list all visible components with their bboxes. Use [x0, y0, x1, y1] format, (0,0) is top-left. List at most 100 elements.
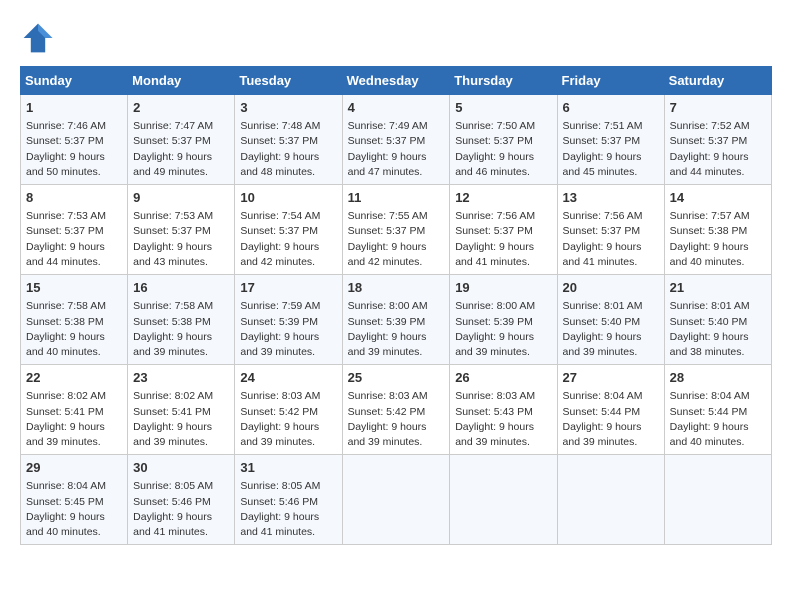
calendar-cell: 27 Sunrise: 8:04 AMSunset: 5:44 PMDayligh… — [557, 365, 664, 455]
day-number: 25 — [348, 369, 445, 387]
day-detail: Sunrise: 8:01 AMSunset: 5:40 PMDaylight:… — [563, 299, 659, 360]
calendar-cell: 14 Sunrise: 7:57 AMSunset: 5:38 PMDayligh… — [664, 185, 771, 275]
calendar-cell: 9 Sunrise: 7:53 AMSunset: 5:37 PMDaylight… — [128, 185, 235, 275]
calendar-week-row: 15 Sunrise: 7:58 AMSunset: 5:38 PMDayligh… — [21, 275, 772, 365]
calendar-cell: 21Sunrise: 8:01 AMSunset: 5:40 PMDayligh… — [664, 275, 771, 365]
day-number: 1 — [26, 99, 122, 117]
calendar-cell: 17 Sunrise: 7:59 AMSunset: 5:39 PMDayligh… — [235, 275, 342, 365]
day-number: 27 — [563, 369, 659, 387]
calendar-cell: 16 Sunrise: 7:58 AMSunset: 5:38 PMDayligh… — [128, 275, 235, 365]
day-detail: Sunrise: 7:56 AMSunset: 5:37 PMDaylight:… — [455, 209, 551, 270]
day-number: 17 — [240, 279, 336, 297]
day-number: 9 — [133, 189, 229, 207]
calendar-week-row: 22 Sunrise: 8:02 AMSunset: 5:41 PMDayligh… — [21, 365, 772, 455]
calendar-cell: 7 Sunrise: 7:52 AMSunset: 5:37 PMDaylight… — [664, 95, 771, 185]
day-detail: Sunrise: 7:57 AMSunset: 5:38 PMDaylight:… — [670, 209, 766, 270]
calendar-week-row: 1 Sunrise: 7:46 AMSunset: 5:37 PMDaylight… — [21, 95, 772, 185]
calendar-cell: 22 Sunrise: 8:02 AMSunset: 5:41 PMDayligh… — [21, 365, 128, 455]
header-monday: Monday — [128, 67, 235, 95]
day-number: 24 — [240, 369, 336, 387]
calendar-cell: 23Sunrise: 8:02 AMSunset: 5:41 PMDayligh… — [128, 365, 235, 455]
day-detail: Sunrise: 7:55 AMSunset: 5:37 PMDaylight:… — [348, 209, 445, 270]
day-number: 7 — [670, 99, 766, 117]
day-detail: Sunrise: 7:58 AMSunset: 5:38 PMDaylight:… — [26, 299, 122, 360]
calendar-cell: 6 Sunrise: 7:51 AMSunset: 5:37 PMDaylight… — [557, 95, 664, 185]
day-detail: Sunrise: 7:49 AMSunset: 5:37 PMDaylight:… — [348, 119, 445, 180]
day-detail: Sunrise: 7:51 AMSunset: 5:37 PMDaylight:… — [563, 119, 659, 180]
calendar-cell: 26Sunrise: 8:03 AMSunset: 5:43 PMDayligh… — [450, 365, 557, 455]
day-detail: Sunrise: 8:00 AMSunset: 5:39 PMDaylight:… — [455, 299, 551, 360]
calendar-cell: 29Sunrise: 8:04 AMSunset: 5:45 PMDayligh… — [21, 455, 128, 545]
day-number: 28 — [670, 369, 766, 387]
day-number: 5 — [455, 99, 551, 117]
day-number: 8 — [26, 189, 122, 207]
day-number: 19 — [455, 279, 551, 297]
day-detail: Sunrise: 8:02 AMSunset: 5:41 PMDaylight:… — [26, 389, 122, 450]
day-number: 29 — [26, 459, 122, 477]
day-detail: Sunrise: 7:56 AMSunset: 5:37 PMDaylight:… — [563, 209, 659, 270]
day-detail: Sunrise: 7:50 AMSunset: 5:37 PMDaylight:… — [455, 119, 551, 180]
header-saturday: Saturday — [664, 67, 771, 95]
day-detail: Sunrise: 8:05 AMSunset: 5:46 PMDaylight:… — [133, 479, 229, 540]
day-detail: Sunrise: 7:53 AMSunset: 5:37 PMDaylight:… — [133, 209, 229, 270]
calendar-cell: 8Sunrise: 7:53 AMSunset: 5:37 PMDaylight… — [21, 185, 128, 275]
day-number: 11 — [348, 189, 445, 207]
day-detail: Sunrise: 8:04 AMSunset: 5:44 PMDaylight:… — [670, 389, 766, 450]
day-detail: Sunrise: 7:52 AMSunset: 5:37 PMDaylight:… — [670, 119, 766, 180]
calendar-cell: 31 Sunrise: 8:05 AMSunset: 5:46 PMDayligh… — [235, 455, 342, 545]
logo-icon — [20, 20, 56, 56]
day-number: 20 — [563, 279, 659, 297]
page-header — [20, 20, 772, 56]
calendar-cell: 11 Sunrise: 7:55 AMSunset: 5:37 PMDayligh… — [342, 185, 450, 275]
day-number: 14 — [670, 189, 766, 207]
calendar-cell: 13 Sunrise: 7:56 AMSunset: 5:37 PMDayligh… — [557, 185, 664, 275]
day-number: 3 — [240, 99, 336, 117]
calendar-cell: 10 Sunrise: 7:54 AMSunset: 5:37 PMDayligh… — [235, 185, 342, 275]
day-detail: Sunrise: 7:46 AMSunset: 5:37 PMDaylight:… — [26, 119, 122, 180]
logo — [20, 20, 60, 56]
day-number: 22 — [26, 369, 122, 387]
calendar-cell: 30 Sunrise: 8:05 AMSunset: 5:46 PMDayligh… — [128, 455, 235, 545]
header-wednesday: Wednesday — [342, 67, 450, 95]
calendar-cell: 15 Sunrise: 7:58 AMSunset: 5:38 PMDayligh… — [21, 275, 128, 365]
calendar-cell: 3Sunrise: 7:48 AMSunset: 5:37 PMDaylight… — [235, 95, 342, 185]
day-number: 10 — [240, 189, 336, 207]
day-number: 31 — [240, 459, 336, 477]
day-number: 6 — [563, 99, 659, 117]
calendar-cell: 20 Sunrise: 8:01 AMSunset: 5:40 PMDayligh… — [557, 275, 664, 365]
header-tuesday: Tuesday — [235, 67, 342, 95]
calendar-cell — [342, 455, 450, 545]
calendar-cell: 12 Sunrise: 7:56 AMSunset: 5:37 PMDayligh… — [450, 185, 557, 275]
day-number: 4 — [348, 99, 445, 117]
calendar-cell: 4 Sunrise: 7:49 AMSunset: 5:37 PMDaylight… — [342, 95, 450, 185]
day-detail: Sunrise: 8:04 AMSunset: 5:44 PMDaylight:… — [563, 389, 659, 450]
day-detail: Sunrise: 7:59 AMSunset: 5:39 PMDaylight:… — [240, 299, 336, 360]
day-detail: Sunrise: 8:03 AMSunset: 5:43 PMDaylight:… — [455, 389, 551, 450]
header-friday: Friday — [557, 67, 664, 95]
day-number: 23 — [133, 369, 229, 387]
calendar-cell: 2Sunrise: 7:47 AMSunset: 5:37 PMDaylight… — [128, 95, 235, 185]
calendar-cell — [557, 455, 664, 545]
day-detail: Sunrise: 8:00 AMSunset: 5:39 PMDaylight:… — [348, 299, 445, 360]
day-number: 12 — [455, 189, 551, 207]
day-number: 16 — [133, 279, 229, 297]
header-sunday: Sunday — [21, 67, 128, 95]
calendar-cell: 24Sunrise: 8:03 AMSunset: 5:42 PMDayligh… — [235, 365, 342, 455]
day-detail: Sunrise: 7:58 AMSunset: 5:38 PMDaylight:… — [133, 299, 229, 360]
calendar-header-row: SundayMondayTuesdayWednesdayThursdayFrid… — [21, 67, 772, 95]
day-number: 15 — [26, 279, 122, 297]
calendar-cell: 5 Sunrise: 7:50 AMSunset: 5:37 PMDaylight… — [450, 95, 557, 185]
day-number: 18 — [348, 279, 445, 297]
calendar-cell: 18 Sunrise: 8:00 AMSunset: 5:39 PMDayligh… — [342, 275, 450, 365]
day-number: 13 — [563, 189, 659, 207]
day-detail: Sunrise: 8:03 AMSunset: 5:42 PMDaylight:… — [348, 389, 445, 450]
calendar-cell: 25 Sunrise: 8:03 AMSunset: 5:42 PMDayligh… — [342, 365, 450, 455]
calendar-cell: 1 Sunrise: 7:46 AMSunset: 5:37 PMDaylight… — [21, 95, 128, 185]
header-thursday: Thursday — [450, 67, 557, 95]
day-detail: Sunrise: 8:05 AMSunset: 5:46 PMDaylight:… — [240, 479, 336, 540]
day-detail: Sunrise: 7:47 AMSunset: 5:37 PMDaylight:… — [133, 119, 229, 180]
calendar-cell: 28 Sunrise: 8:04 AMSunset: 5:44 PMDayligh… — [664, 365, 771, 455]
day-detail: Sunrise: 7:54 AMSunset: 5:37 PMDaylight:… — [240, 209, 336, 270]
day-number: 30 — [133, 459, 229, 477]
day-detail: Sunrise: 8:01 AMSunset: 5:40 PMDaylight:… — [670, 299, 766, 360]
